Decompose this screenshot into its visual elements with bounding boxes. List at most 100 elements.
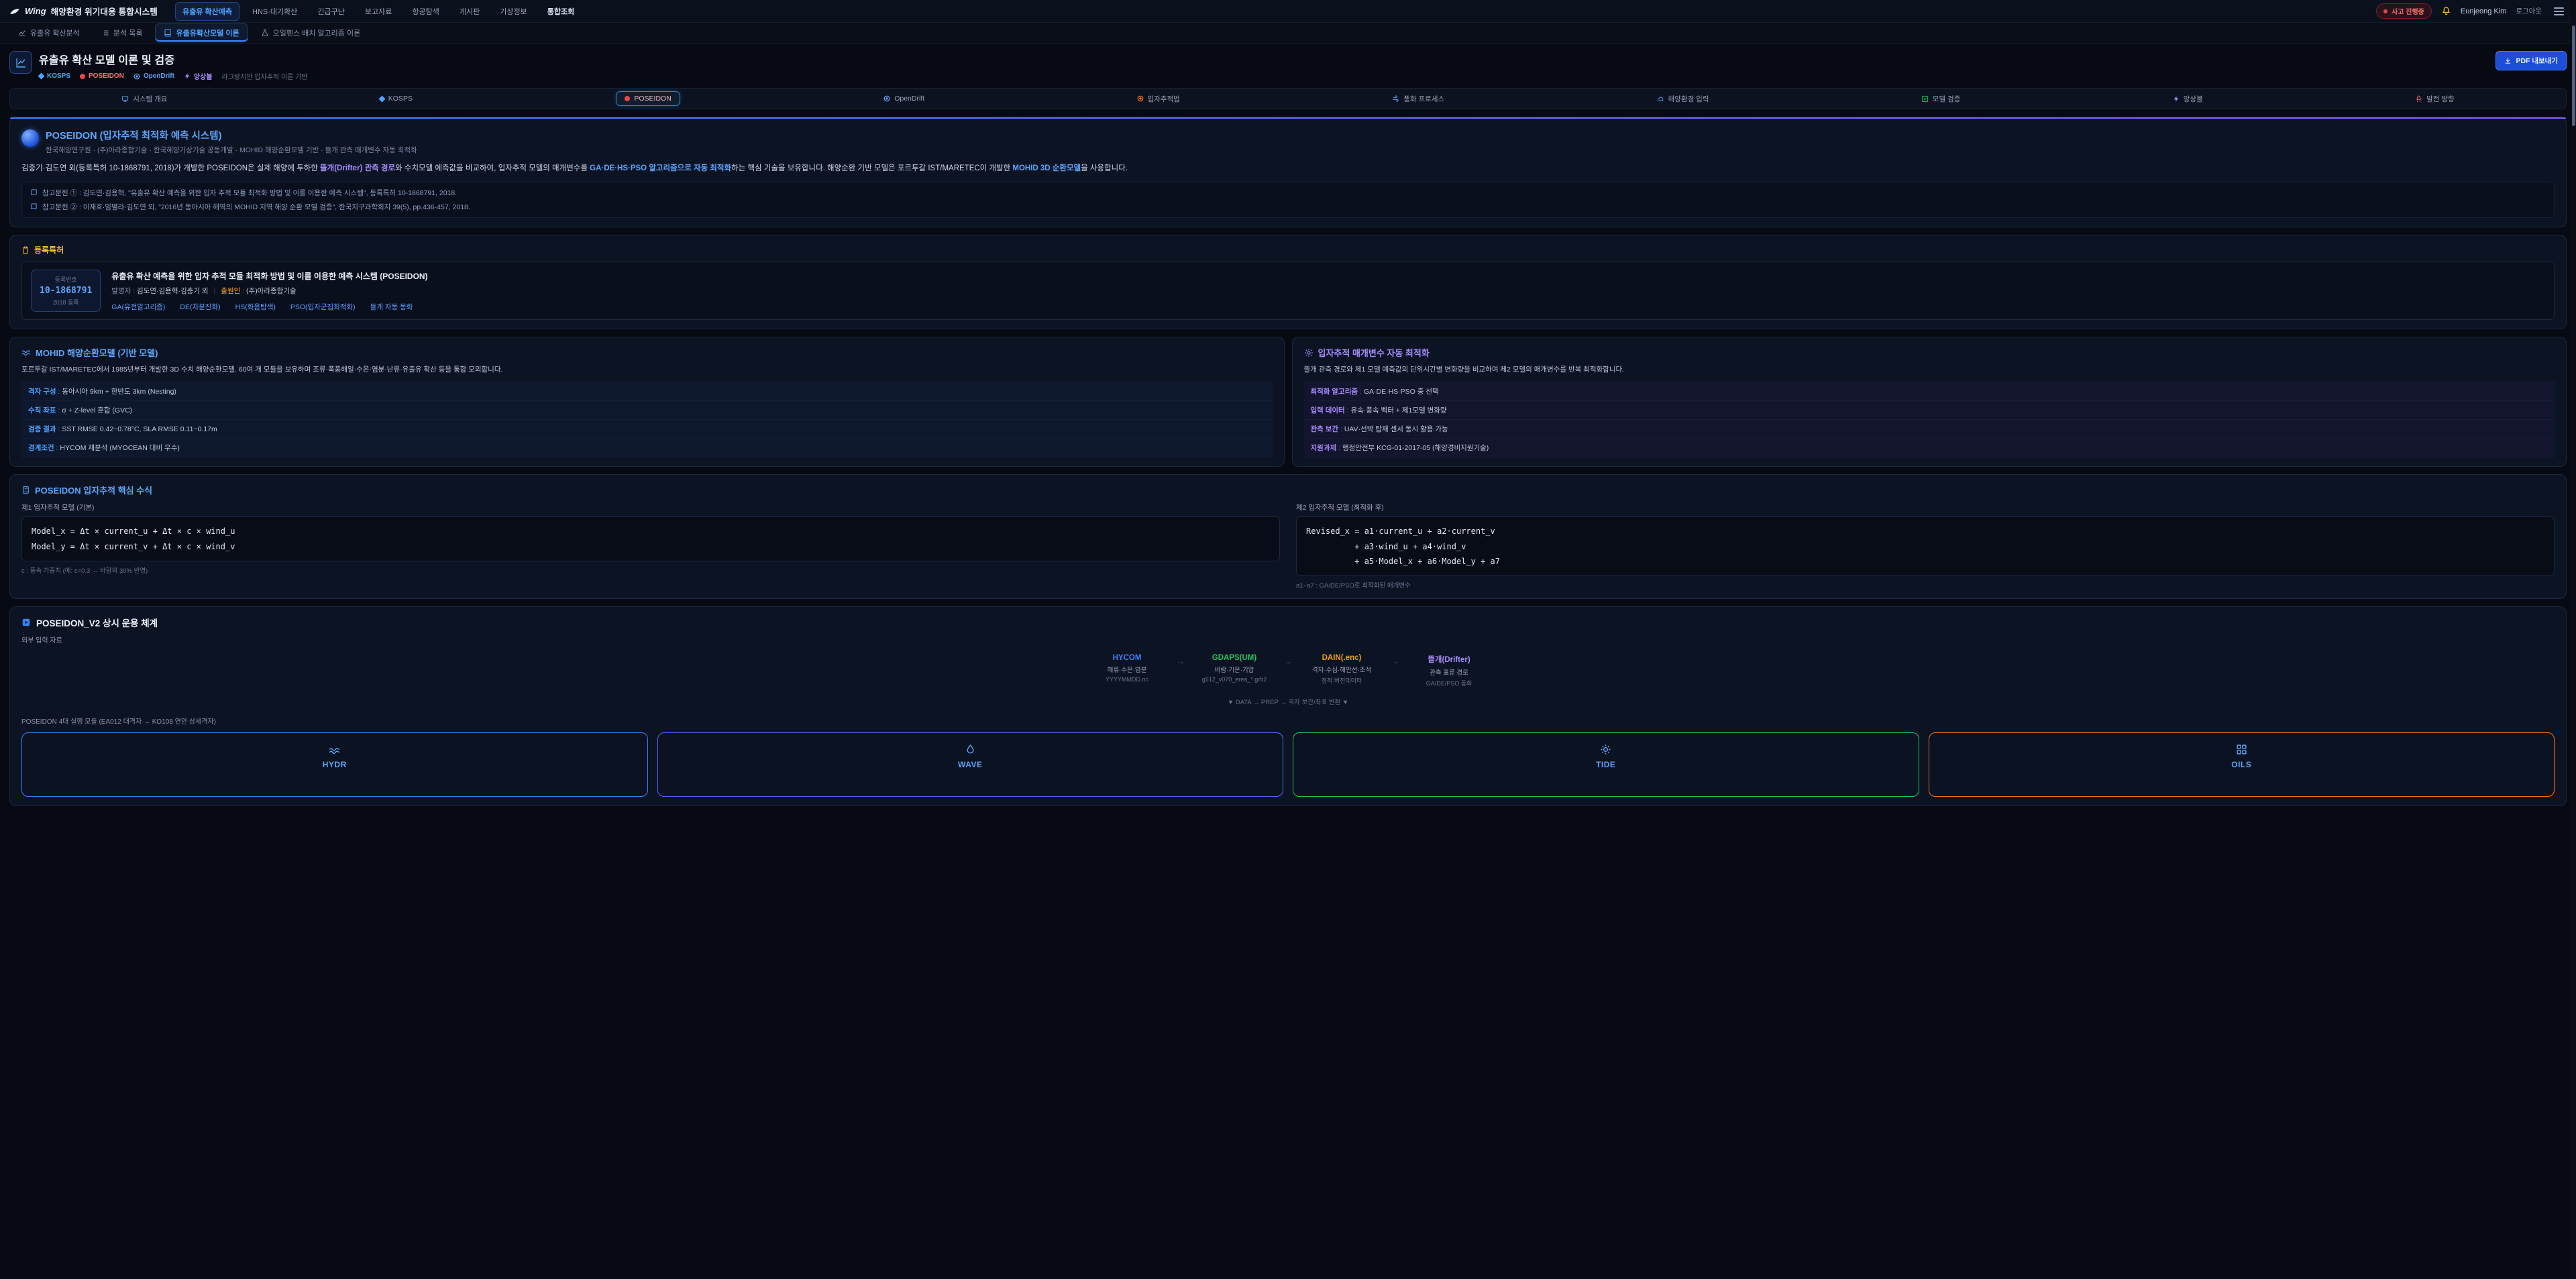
badge-ensemble: 앙상블 [184, 71, 213, 81]
source-hycom: HYCOM 해류·수온·염분 YYYYMMDD.nc [1087, 654, 1167, 683]
optimization-description: 뜰개 관측 경로와 제1 모델 예측값의 단위시간별 변화량을 비교하여 제2 … [1304, 364, 2555, 376]
algorithm-highlight: GA·DE·HS·PSO 알고리즘으로 자동 최적화 [590, 164, 731, 172]
lightning-icon [184, 72, 191, 80]
model2-block: 제2 입자추적 모델 (최적화 후) Revised_x = a1·curren… [1296, 502, 2555, 590]
model1-label: 제1 입자추적 모델 (기본) [21, 502, 1280, 512]
wave-icon [21, 348, 31, 357]
main-nav: 유출유 확산예측 HNS·대기확산 긴급구난 보고자료 항공탐색 게시판 기상정… [175, 2, 582, 21]
nav-item-integrated-search[interactable]: 통합조회 [540, 2, 582, 21]
scrollbar[interactable] [2571, 0, 2576, 1279]
nav-item-board[interactable]: 게시판 [452, 2, 487, 21]
tab-model-theory[interactable]: 유출유확산모델 이론 [155, 23, 248, 42]
chip-future-direction[interactable]: 발전 방향 [2406, 91, 2463, 107]
chip-drifter-assimilation[interactable]: 뜰개 자동 동화 [370, 302, 413, 312]
chip-hs[interactable]: HS(화음탐색) [235, 302, 276, 312]
rocket-icon [2415, 95, 2422, 103]
monitor-icon [121, 95, 129, 103]
diamond-icon [378, 95, 385, 102]
nav-item-oil-spill-forecast[interactable]: 유출유 확산예측 [175, 2, 239, 21]
check-square-icon [1921, 95, 1929, 103]
nav-item-rescue[interactable]: 긴급구난 [310, 2, 352, 21]
poseidon-title: POSEIDON (입자추적 최적화 예측 시스템) [46, 128, 417, 142]
modules-label: POSEIDON 4대 실행 모듈 (EA012 대격자 → KO108 연안 … [21, 716, 2555, 726]
incident-status-badge[interactable]: 사고 진행중 [2376, 3, 2432, 19]
book-icon [30, 189, 38, 197]
brand-name: Wing [25, 6, 46, 16]
spec-row: 입력 데이터유속·풍속 벡터 + 제1모델 변화량 [1304, 401, 2555, 420]
model2-caption: a1~a7 : GA/DE/PSO로 최적화된 매개변수 [1296, 580, 2555, 590]
patent-title: 유출유 확산 예측을 위한 입자 추적 모듈 최적화 방법 및 이를 이용한 예… [111, 270, 427, 282]
operation-title: POSEIDON_V2 상시 운용 체계 [36, 616, 158, 629]
notification-bell-icon[interactable] [2441, 6, 2451, 16]
model2-code: Revised_x = a1·current_u + a2·current_v … [1296, 516, 2555, 576]
model1-caption: c : 풍속 가중치 (예: c=0.3 → 바람의 30% 반영) [21, 565, 1280, 575]
module-icon [21, 618, 31, 627]
scrollbar-thumb[interactable] [2572, 25, 2575, 126]
patent-number-label: 등록번호 [40, 275, 92, 284]
chip-pso[interactable]: PSO(입자군집최적화) [290, 302, 356, 312]
chip-kosps[interactable]: KOSPS [371, 91, 421, 106]
water-icon [329, 744, 340, 755]
chip-particle-tracking[interactable]: 입자추적법 [1128, 91, 1189, 107]
ring-dot-icon [883, 95, 890, 102]
flow-arrow-icon: → [1177, 657, 1185, 666]
mohid-card: MOHID 해양순환모델 (기반 모델) 포르투갈 IST/MARETEC에서 … [9, 337, 1285, 467]
diamond-icon [38, 73, 45, 80]
nav-item-aerial-search[interactable]: 항공탐색 [405, 2, 446, 21]
chip-model-validation[interactable]: 모델 검증 [1913, 91, 1970, 107]
menu-icon[interactable] [2551, 5, 2567, 18]
incident-badge-label: 사고 진행중 [2392, 6, 2424, 16]
nav-item-reports[interactable]: 보고자료 [358, 2, 399, 21]
module-hydr[interactable]: HYDR [21, 732, 648, 797]
book-icon [30, 203, 38, 211]
section-nav: 시스템 개요 KOSPS POSEIDON OpenDrift 입자추적법 [9, 88, 2567, 109]
patent-number-box: 등록번호 10-1868791 2018 등록 [31, 270, 101, 312]
optimization-spec-table: 최적화 알고리즘GA·DE·HS·PSO 중 선택 입력 데이터유속·풍속 벡터… [1304, 382, 2555, 457]
source-drifter: 뜰개(Drifter) 관측 표류 경로 GA/DE/PSO 동화 [1409, 654, 1489, 687]
references-box: 참고문헌 ① : 김도연·김용혁, "유출유 확산 예측을 위한 입자 추적 모… [21, 182, 2555, 218]
source-dain: DAIN(.enc) 격자·수심·해안선·조석 정적 버전데이터 [1301, 654, 1382, 685]
operation-section: POSEIDON_V2 상시 운용 체계 외부 입력 자료 HYCOM 해류·수… [9, 606, 2567, 806]
ring-dot-icon [133, 73, 140, 80]
mohid-spec-table: 격자 구성동아시아 9km + 한반도 3km (Nesting) 수직 좌표σ… [21, 382, 1273, 457]
optimization-card-title: 입자추적 매개변수 자동 최적화 [1318, 346, 1430, 359]
module-tide[interactable]: TIDE [1293, 732, 1919, 797]
logout-button[interactable]: 로그아웃 [2516, 6, 2542, 16]
chart-line-icon [18, 29, 26, 37]
cloud-icon [1657, 95, 1664, 103]
module-oils[interactable]: OILS [1929, 732, 2555, 797]
chip-system-overview[interactable]: 시스템 개요 [113, 91, 176, 107]
badge-kosps: KOSPS [39, 72, 70, 80]
chip-poseidon[interactable]: POSEIDON [616, 91, 680, 106]
badge-opendrift: OpenDrift [133, 72, 174, 80]
tab-spill-analysis[interactable]: 유출유 확산분석 [9, 23, 89, 42]
chip-ga[interactable]: GA(유전알고리즘) [111, 302, 165, 312]
patent-meta: 발명자김도연·김용혁·김충기 외|출원인(주)아라종합기술 [111, 286, 427, 296]
chip-weathering[interactable]: 풍화 프로세스 [1383, 91, 1453, 107]
chip-ensemble[interactable]: 앙상블 [2164, 91, 2212, 107]
patent-box: 등록번호 10-1868791 2018 등록 유출유 확산 예측을 위한 입자… [21, 262, 2555, 320]
chip-de[interactable]: DE(차분진화) [180, 302, 220, 312]
module-wave[interactable]: WAVE [657, 732, 1284, 797]
droplet-icon [965, 744, 976, 755]
patent-section-title: 등록특허 [34, 244, 64, 256]
tab-oil-fence-theory[interactable]: 오일펜스 배치 알고리즘 이론 [252, 23, 370, 42]
optimization-card: 입자추적 매개변수 자동 최적화 뜰개 관측 경로와 제1 모델 예측값의 단위… [1292, 337, 2567, 467]
execution-modules: HYDR WAVE TIDE OILS [21, 732, 2555, 797]
nav-item-hns[interactable]: HNS·대기확산 [245, 2, 305, 21]
user-name: Eunjeong Kim [2461, 7, 2507, 15]
spec-row: 최적화 알고리즘GA·DE·HS·PSO 중 선택 [1304, 382, 2555, 401]
flask-icon [261, 29, 269, 37]
chip-opendrift[interactable]: OpenDrift [875, 91, 933, 106]
pdf-export-button[interactable]: PDF 내보내기 [2496, 51, 2567, 70]
chip-ocean-input[interactable]: 해양환경 입력 [1648, 91, 1718, 107]
tab-analysis-list[interactable]: 분석 목록 [93, 23, 152, 42]
nav-item-weather[interactable]: 기상정보 [492, 2, 534, 21]
lightning-icon [2173, 95, 2180, 103]
wing-logo-icon [9, 6, 20, 17]
mohid-description: 포르투갈 IST/MARETEC에서 1985년부터 개발한 3D 수치 해양순… [21, 364, 1273, 376]
gear-icon [1304, 348, 1313, 357]
spec-row: 관측 보간UAV·선박 탑재 센서 동시 활용 가능 [1304, 420, 2555, 439]
poseidon-description: 김충기·김도연 외(등록특허 10-1868791, 2018)가 개발한 PO… [21, 162, 2555, 175]
app-logo[interactable]: Wing 해양환경 위기대응 통합시스템 [9, 5, 158, 17]
